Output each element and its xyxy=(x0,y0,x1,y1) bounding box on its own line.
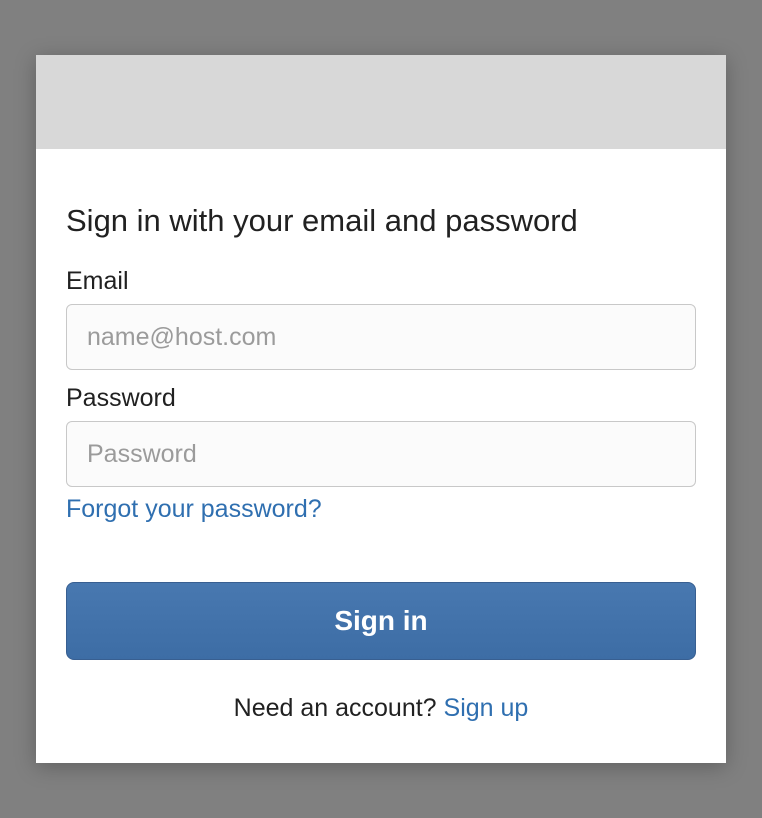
email-label: Email xyxy=(66,267,696,296)
page-title: Sign in with your email and password xyxy=(66,203,696,239)
signup-link[interactable]: Sign up xyxy=(444,694,529,722)
email-input[interactable] xyxy=(66,304,696,370)
card-body: Sign in with your email and password Ema… xyxy=(36,149,726,763)
password-input[interactable] xyxy=(66,421,696,487)
password-field-group: Password xyxy=(66,384,696,487)
signup-prompt-line: Need an account? Sign up xyxy=(66,694,696,723)
signup-prompt-text: Need an account? xyxy=(234,694,444,722)
signin-card: Sign in with your email and password Ema… xyxy=(36,55,726,763)
forgot-password-link[interactable]: Forgot your password? xyxy=(66,495,322,524)
signin-button[interactable]: Sign in xyxy=(66,582,696,660)
password-label: Password xyxy=(66,384,696,413)
card-header xyxy=(36,55,726,149)
email-field-group: Email xyxy=(66,267,696,370)
